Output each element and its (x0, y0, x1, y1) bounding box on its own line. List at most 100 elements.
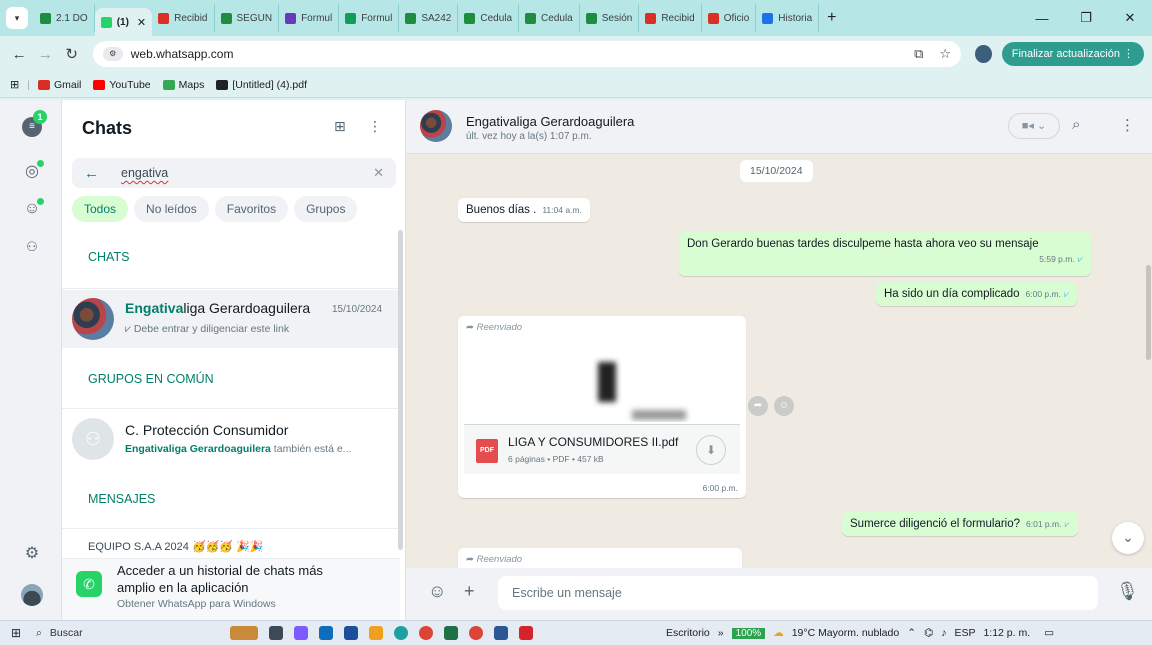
url-field[interactable]: ⚙ web.whatsapp.com ⧉ ☆ (92, 41, 962, 67)
forward-message-icon[interactable]: ➦ (748, 396, 768, 416)
message-bubble[interactable]: Ha sido un día complicado 6:00 p.m. ⩗ (876, 282, 1078, 306)
browser-tab[interactable]: Cedula (458, 4, 520, 32)
browser-tab[interactable]: Historia (756, 4, 820, 32)
browser-tab[interactable]: Recibid (639, 4, 702, 32)
browser-tab[interactable]: 2.1 DO (34, 4, 95, 32)
outlook-icon[interactable] (319, 626, 333, 640)
new-chat-icon[interactable]: ⊞ (334, 118, 346, 135)
desktop-app-promo[interactable]: ✆ Acceder a un historial de chats más am… (62, 558, 400, 620)
app-orange-icon[interactable] (369, 626, 383, 640)
notifications-icon[interactable]: ▭ (1044, 627, 1054, 639)
status-nav-icon[interactable]: ◎ (21, 160, 44, 182)
edge-icon[interactable] (394, 626, 408, 640)
start-button-icon[interactable]: ⊞ (0, 626, 32, 640)
language-indicator[interactable]: ESP (954, 627, 975, 639)
acrobat-icon[interactable] (519, 626, 533, 640)
contact-avatar[interactable] (420, 110, 452, 142)
message-time: 6:00 p.m. (1025, 289, 1061, 299)
overflow-label[interactable]: » (718, 627, 724, 639)
close-window-button[interactable]: ✕ (1108, 10, 1152, 26)
tray-chevron-icon[interactable]: ⌃ (907, 627, 916, 639)
scroll-down-icon[interactable]: ⌄ (1112, 522, 1144, 554)
update-button-label: Finalizar actualización (1011, 48, 1120, 60)
chrome-icon[interactable] (419, 626, 433, 640)
copilot-icon[interactable] (294, 626, 308, 640)
browser-tab[interactable]: (1) ✕ (94, 8, 153, 36)
filter-favorites[interactable]: Favoritos (214, 196, 289, 222)
communities-nav-icon[interactable]: ⚇ (21, 236, 43, 258)
browser-tab[interactable]: Cedula (519, 4, 580, 32)
clock[interactable]: 1:12 p. m. (983, 627, 1030, 639)
site-info-icon[interactable]: ⚙ (102, 47, 123, 61)
search-back-icon[interactable]: ← (84, 165, 99, 182)
tab-close-icon[interactable]: ✕ (137, 16, 146, 29)
bookmark-item[interactable]: YouTube (93, 79, 151, 91)
channels-nav-icon[interactable]: ☺ (21, 198, 44, 220)
message-bubble[interactable]: Don Gerardo buenas tardes disculpeme has… (679, 232, 1091, 276)
new-tab-button[interactable]: + (819, 9, 844, 27)
filter-unread[interactable]: No leídos (134, 196, 209, 222)
settings-gear-icon[interactable]: ⚙ (21, 542, 43, 564)
video-call-icon[interactable]: ■◂ ⌄ (1008, 113, 1060, 139)
bookmark-item[interactable]: Gmail (37, 79, 81, 91)
word-icon[interactable] (494, 626, 508, 640)
chats-nav-icon[interactable]: ≡ 1 (21, 110, 47, 138)
browser-tab[interactable]: Formul (339, 4, 400, 32)
message-bubble[interactable]: Buenos días . 11:04 a.m. (458, 198, 590, 222)
search-icon[interactable]: ⌕ (1072, 116, 1080, 133)
filter-groups[interactable]: Grupos (294, 196, 358, 222)
update-button[interactable]: Finalizar actualización ⋮ (1001, 42, 1144, 66)
bookmark-star-icon[interactable]: ☆ (939, 46, 951, 62)
message-result-partial[interactable]: EQUIPO S.A.A 2024 🥳🥳🥳 🎉🎉 (88, 540, 263, 553)
volume-icon[interactable]: ♪ (941, 627, 946, 639)
filter-all[interactable]: Todos (72, 196, 129, 222)
group-result-members: Engativaliga Gerardoaguilera también est… (125, 443, 352, 455)
browser-tab[interactable]: Oficio (702, 4, 757, 32)
minimize-button[interactable]: — (1020, 11, 1064, 26)
restore-button[interactable]: ❐ (1064, 10, 1108, 26)
chat-result-row[interactable]: Engativaliga Gerardoaguilera 15/10/2024 … (62, 290, 400, 348)
emoji-icon[interactable]: ☺ (428, 581, 446, 602)
group-result-row[interactable]: ⚇ C. Protección Consumidor Engativaliga … (62, 410, 400, 466)
chat-list-scrollbar[interactable] (398, 230, 403, 550)
chrome-profile-icon[interactable] (469, 626, 483, 640)
document-message[interactable]: ➦ Reenviado PDF LIGA Y CONSUMIDORES II.p… (458, 316, 746, 498)
document-preview[interactable] (464, 342, 740, 422)
install-app-icon[interactable]: ⧉ (914, 46, 923, 62)
desktop-label[interactable]: Escritorio (666, 627, 710, 639)
browser-tab[interactable]: Sesión (580, 4, 640, 32)
task-view-icon[interactable] (269, 626, 283, 640)
message-bubble[interactable]: Sumerce diligenció el formulario? 6:01 p.… (842, 512, 1078, 536)
weather-text[interactable]: 19°C Mayorm. nublado (792, 627, 900, 639)
download-icon[interactable]: ⬇ (696, 435, 726, 465)
document-card[interactable]: PDF LIGA Y CONSUMIDORES II.pdf 6 páginas… (464, 424, 740, 474)
attach-plus-icon[interactable]: + (464, 581, 475, 602)
back-button[interactable]: ← (8, 46, 30, 63)
clear-search-icon[interactable]: ✕ (373, 165, 384, 181)
taskbar-search[interactable]: ⌕ Buscar (32, 627, 152, 640)
browser-tab[interactable]: SA242 (399, 4, 459, 32)
network-icon[interactable]: ⌬ (924, 627, 933, 639)
profile-photo-icon[interactable] (21, 584, 43, 606)
browser-tab[interactable]: Formul (279, 4, 340, 32)
chat-search-input[interactable]: ← engativa ✕ (72, 158, 396, 188)
react-emoji-icon[interactable]: ☺ (774, 396, 794, 416)
app-l-icon[interactable] (344, 626, 358, 640)
apps-grid-icon[interactable]: ⊞ (10, 78, 19, 91)
message-input[interactable]: Escribe un mensaje (498, 576, 1098, 610)
profile-avatar[interactable] (975, 45, 992, 63)
forward-button[interactable]: → (34, 46, 56, 63)
microphone-icon[interactable]: 🎙 (1116, 581, 1139, 602)
browser-tab[interactable]: SEGUN (215, 4, 280, 32)
bookmark-item[interactable]: Maps (162, 79, 204, 91)
widgets-icon[interactable] (230, 626, 258, 640)
chat-menu-icon[interactable]: ⋮ (1120, 116, 1135, 134)
excel-icon[interactable] (444, 626, 458, 640)
menu-dots-icon[interactable]: ⋮ (368, 118, 382, 135)
reload-button[interactable]: ↻ (61, 45, 83, 63)
conversation-scrollbar[interactable] (1146, 265, 1151, 360)
browser-tab[interactable]: Recibid (152, 4, 215, 32)
conversation-header[interactable]: Engativaliga Gerardoaguilera últ. vez ho… (406, 100, 1152, 154)
tab-search-dropdown[interactable]: ▾ (6, 7, 28, 29)
bookmark-item[interactable]: [Untitled] (4).pdf (216, 79, 307, 91)
